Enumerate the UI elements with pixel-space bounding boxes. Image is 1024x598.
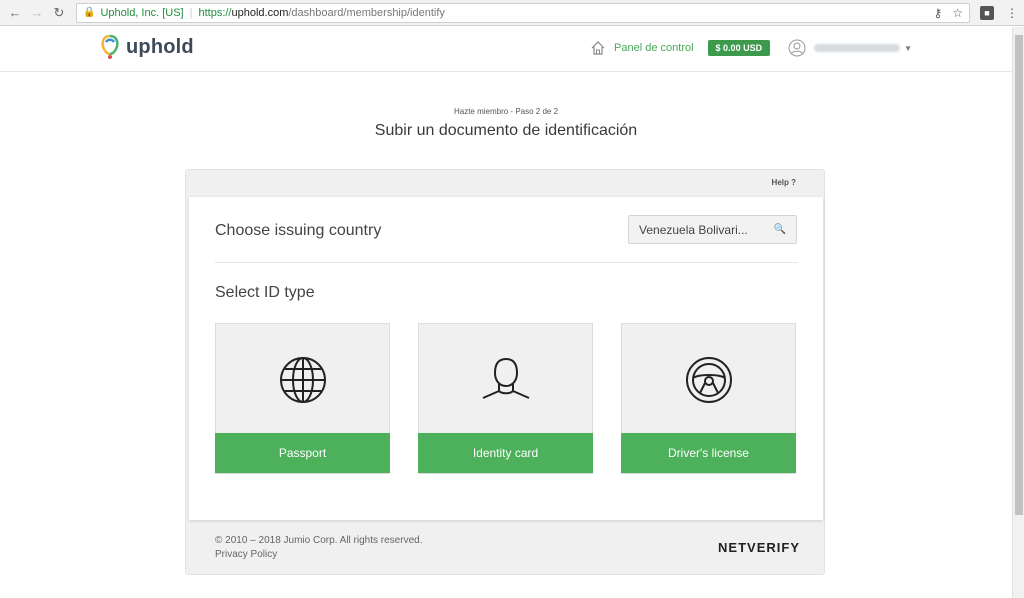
back-icon[interactable]: ←: [6, 4, 24, 22]
dashboard-link[interactable]: Panel de control: [614, 42, 694, 54]
passport-option[interactable]: Passport: [215, 323, 390, 474]
divider: [215, 262, 798, 263]
key-icon[interactable]: ⚷: [933, 6, 942, 20]
country-value: Venezuela Bolivari...: [639, 222, 748, 237]
address-separator: |: [189, 6, 193, 19]
identity-card-button[interactable]: Identity card: [418, 433, 593, 473]
chevron-down-icon[interactable]: ▼: [904, 44, 912, 53]
menu-dots-icon[interactable]: ⋮: [1006, 6, 1018, 20]
id-type-label: Select ID type: [215, 284, 315, 301]
id-verification-card: Help ? Choose issuing country Venezuela …: [185, 169, 825, 575]
blurred-username[interactable]: [814, 44, 901, 52]
star-icon[interactable]: ☆: [952, 6, 963, 20]
page: uphold Panel de control $ 0.00 USD ▼ Haz…: [0, 27, 1012, 598]
user-avatar-icon[interactable]: [788, 39, 806, 57]
home-icon[interactable]: [590, 40, 606, 56]
secure-site-label: Uphold, Inc. [US]: [100, 6, 184, 19]
balance-badge[interactable]: $ 0.00 USD: [707, 40, 771, 56]
reload-icon[interactable]: ↻: [50, 4, 68, 22]
address-bar[interactable]: 🔒 Uphold, Inc. [US] | https:// uphold.co…: [76, 2, 970, 23]
identity-card-option[interactable]: Identity card: [418, 323, 593, 474]
vertical-scrollbar[interactable]: [1012, 27, 1024, 598]
help-link[interactable]: Help ?: [772, 178, 796, 187]
globe-icon: [279, 357, 326, 403]
drivers-license-button[interactable]: Driver's license: [621, 433, 796, 473]
copyright-text: © 2010 – 2018 Jumio Corp. All rights res…: [215, 535, 423, 546]
url-path: /dashboard/membership/identify: [288, 6, 445, 19]
uphold-logo-icon: [101, 34, 119, 59]
logo-text: uphold: [126, 35, 194, 58]
forward-icon[interactable]: →: [28, 4, 46, 22]
country-select[interactable]: Venezuela Bolivari... 🔍: [628, 215, 797, 244]
scrollbar-thumb[interactable]: [1015, 35, 1023, 515]
lock-icon: 🔒: [83, 7, 96, 18]
country-label: Choose issuing country: [215, 222, 382, 239]
privacy-policy-link[interactable]: Privacy Policy: [215, 548, 422, 562]
netverify-logo: NETVERIFY: [718, 540, 800, 555]
drivers-license-option[interactable]: Driver's license: [621, 323, 796, 474]
uphold-logo[interactable]: uphold: [99, 33, 194, 61]
url-host: uphold.com: [231, 6, 289, 19]
page-title: Subir un documento de identificación: [374, 122, 638, 139]
passport-button[interactable]: Passport: [215, 433, 390, 473]
steering-wheel-icon: [685, 357, 732, 403]
card-body: Choose issuing country Venezuela Bolivar…: [189, 197, 823, 520]
person-icon: [482, 357, 529, 399]
site-header: uphold Panel de control $ 0.00 USD ▼: [0, 27, 1012, 72]
browser-toolbar: ← → ↻ 🔒 Uphold, Inc. [US] | https:// uph…: [0, 0, 1024, 26]
url-scheme: https://: [198, 6, 232, 19]
search-icon: 🔍: [773, 224, 786, 235]
step-indicator: Hazte miembro - Paso 2 de 2: [453, 107, 559, 116]
extension-icon[interactable]: ■: [980, 5, 994, 20]
